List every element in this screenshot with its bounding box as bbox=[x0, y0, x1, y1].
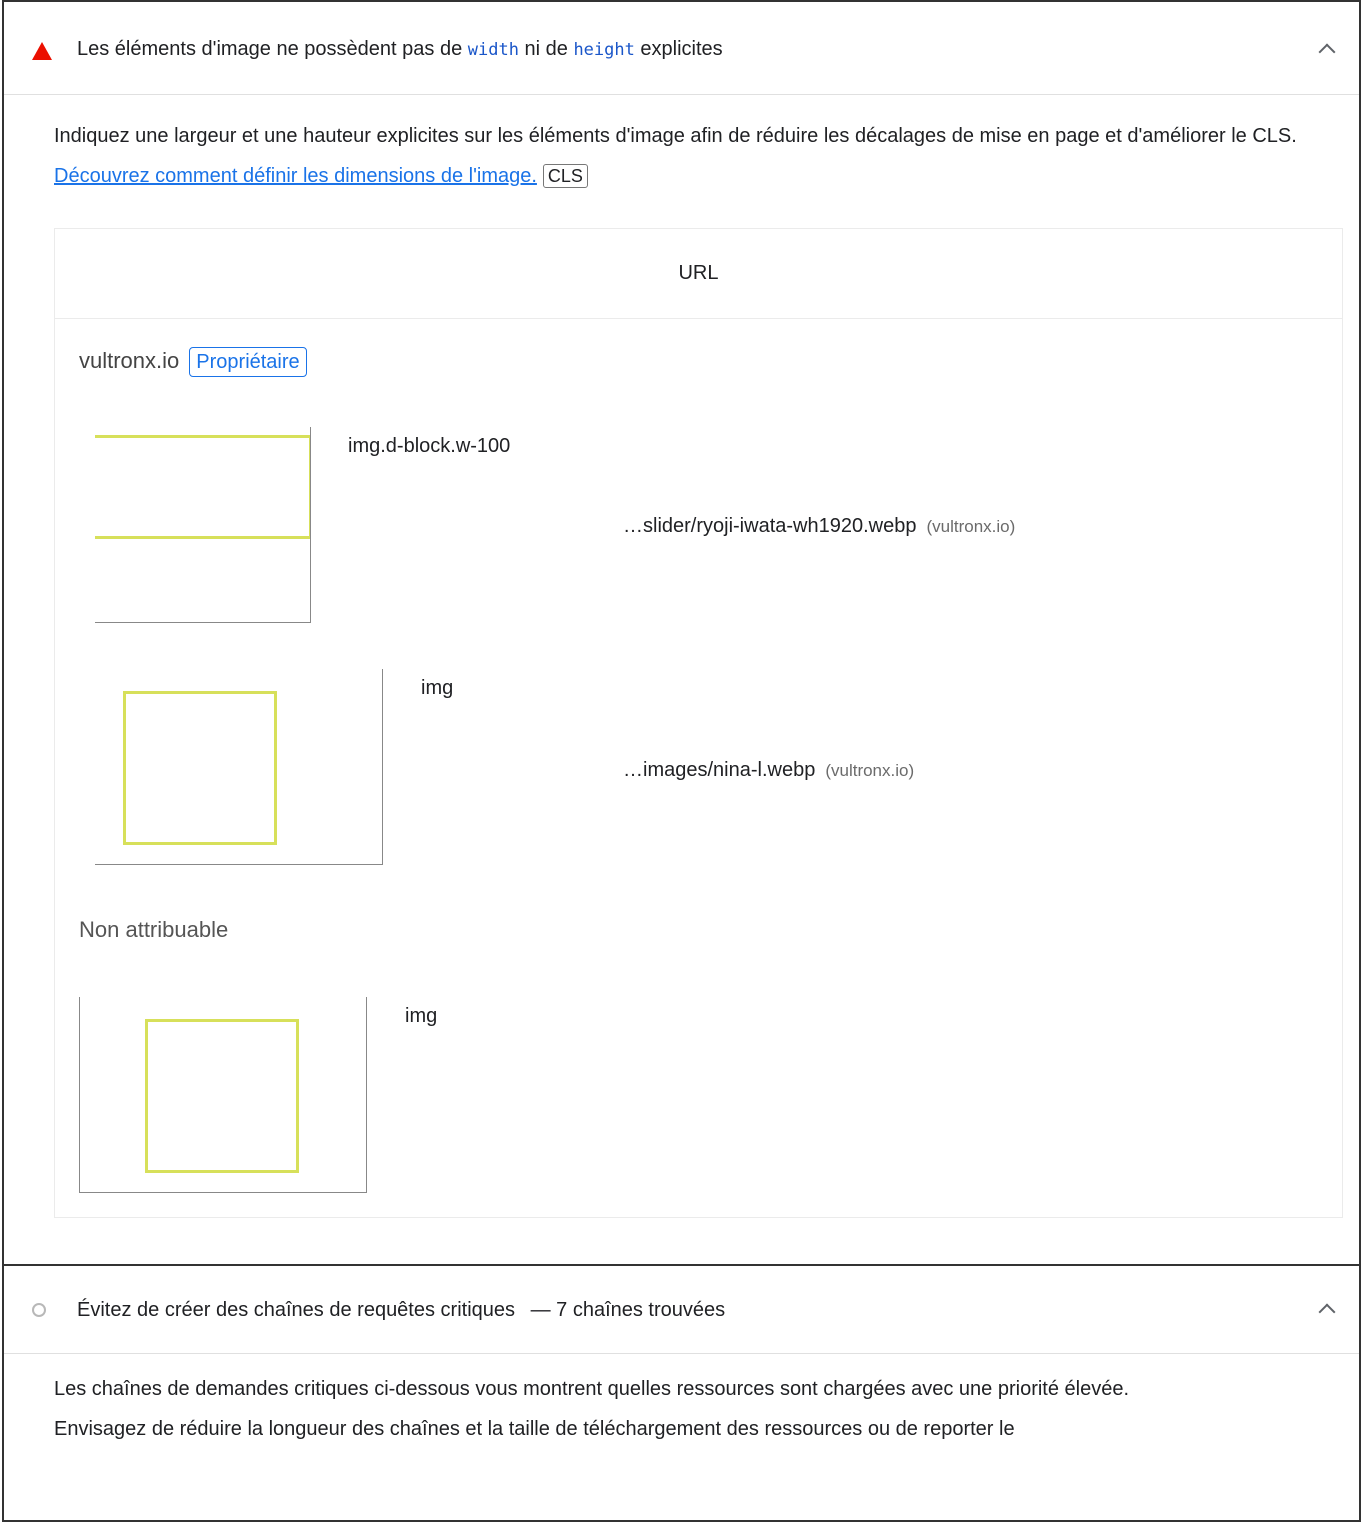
url-origin: (vultronx.io) bbox=[825, 761, 915, 780]
code-height: height bbox=[573, 40, 635, 60]
node-selector: img bbox=[421, 677, 454, 699]
code-width: width bbox=[467, 40, 519, 60]
description-text: Indiquez une largeur et une hauteur expl… bbox=[54, 125, 1297, 147]
resource-url[interactable]: …images/nina-l.webp (vultronx.io) bbox=[623, 759, 914, 782]
element-screenshot-thumbnail[interactable] bbox=[95, 669, 383, 865]
audit-unsized-images-header[interactable]: Les éléments d'image ne possèdent pas de… bbox=[4, 2, 1359, 95]
audit-critical-request-chains: Évitez de créer des chaînes de requêtes … bbox=[2, 1264, 1361, 1522]
url-origin: (vultronx.io) bbox=[926, 517, 1016, 536]
title-text: Évitez de créer des chaînes de requêtes … bbox=[77, 1299, 516, 1321]
metric-tag-cls: CLS bbox=[542, 164, 588, 188]
audit-title: Évitez de créer des chaînes de requêtes … bbox=[77, 1297, 725, 1323]
node-selector: img.d-block.w-100 bbox=[348, 435, 511, 457]
resource-url[interactable]: …slider/ryoji-iwata-wh1920.webp (vultronx… bbox=[623, 515, 1015, 538]
title-text-2: ni de bbox=[524, 38, 568, 60]
learn-more-link[interactable]: Découvrez comment définir les dimensions… bbox=[54, 165, 537, 187]
fail-triangle-icon bbox=[32, 42, 52, 60]
element-highlight-outline bbox=[95, 435, 310, 539]
element-screenshot-thumbnail[interactable] bbox=[79, 997, 367, 1193]
entity-row: vultronx.io Propriétaire bbox=[79, 347, 307, 377]
audit-unsized-images: Les éléments d'image ne possèdent pas de… bbox=[2, 0, 1361, 1266]
table-header: URL bbox=[55, 229, 1342, 319]
column-header-url: URL bbox=[678, 262, 719, 284]
description-line: Les chaînes de demandes critiques ci-des… bbox=[54, 1378, 1130, 1400]
node-selector: img bbox=[405, 1005, 438, 1027]
entity-name: Non attribuable bbox=[79, 917, 229, 942]
details-table: URL vultronx.io Propriétaire img.d-block.… bbox=[54, 228, 1343, 1218]
title-text-3: explicites bbox=[640, 38, 723, 60]
audit-critical-chains-header[interactable]: Évitez de créer des chaînes de requêtes … bbox=[4, 1266, 1359, 1354]
chevron-up-icon[interactable] bbox=[1318, 1303, 1336, 1321]
audit-title: Les éléments d'image ne possèdent pas de… bbox=[77, 36, 723, 63]
entity-name: vultronx.io bbox=[79, 348, 180, 373]
element-highlight-outline bbox=[123, 691, 277, 845]
description-line: Envisagez de réduire la longueur des cha… bbox=[54, 1418, 1015, 1440]
lighthouse-report-fragment: Les éléments d'image ne possèdent pas de… bbox=[0, 0, 1363, 1522]
display-value: — 7 chaînes trouvées bbox=[530, 1299, 726, 1321]
entity-row: Non attribuable bbox=[79, 917, 228, 943]
audit-description: Les chaînes de demandes critiques ci-des… bbox=[54, 1369, 1319, 1449]
title-text-1: Les éléments d'image ne possèdent pas de bbox=[77, 38, 463, 60]
first-party-badge: Propriétaire bbox=[189, 347, 307, 377]
informative-circle-icon bbox=[32, 1303, 46, 1317]
element-screenshot-thumbnail[interactable] bbox=[95, 427, 311, 623]
url-text: …images/nina-l.webp bbox=[623, 759, 816, 781]
audit-description: Indiquez une largeur et une hauteur expl… bbox=[54, 116, 1319, 196]
element-highlight-outline bbox=[145, 1019, 299, 1173]
chevron-up-icon[interactable] bbox=[1318, 43, 1336, 61]
url-text: …slider/ryoji-iwata-wh1920.webp bbox=[623, 515, 917, 537]
